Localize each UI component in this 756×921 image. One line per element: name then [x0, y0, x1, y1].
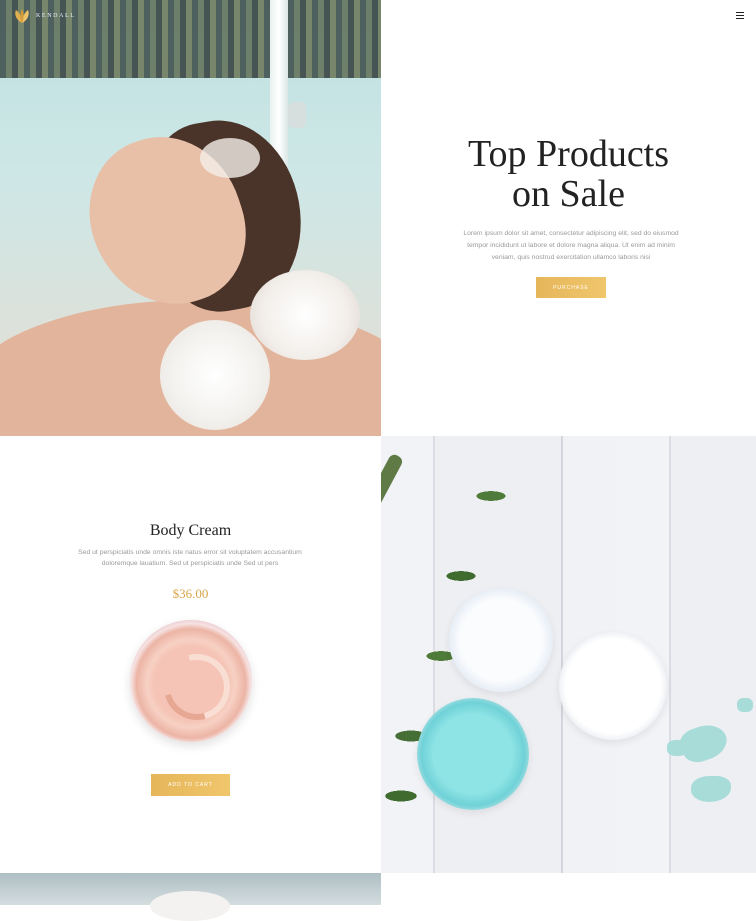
hero-description: Lorem ipsum dolor sit amet, consectetur …	[463, 230, 679, 261]
gel-bowl	[417, 698, 529, 810]
product-price: $36.00	[172, 586, 209, 601]
next-section-panel	[381, 873, 756, 905]
next-section-image	[0, 873, 381, 921]
product-description: Sed ut perspiciatis unde omnis iste natu…	[78, 549, 302, 567]
lotus-leaf-icon	[15, 9, 29, 23]
cream-bowl	[559, 632, 667, 740]
spa-products-image	[381, 436, 756, 873]
add-to-cart-button[interactable]: ADD TO CART	[151, 774, 230, 796]
site-logo[interactable]: KENDALL	[12, 8, 76, 24]
hero-text-panel: Top Products on Sale Lorem ipsum dolor s…	[381, 0, 756, 436]
purchase-button[interactable]: PURCHASE	[536, 277, 606, 298]
bath-salt-bowl	[449, 588, 553, 692]
product-title[interactable]: Body Cream	[0, 522, 381, 540]
hero-title: Top Products on Sale	[467, 133, 670, 215]
logo-text: KENDALL	[36, 13, 76, 19]
hamburger-menu-icon[interactable]	[736, 12, 744, 19]
product-panel: Body Cream Sed ut perspiciatis unde omni…	[0, 436, 381, 873]
hero-image-shower	[0, 0, 381, 436]
body-cream-image[interactable]	[130, 620, 252, 742]
